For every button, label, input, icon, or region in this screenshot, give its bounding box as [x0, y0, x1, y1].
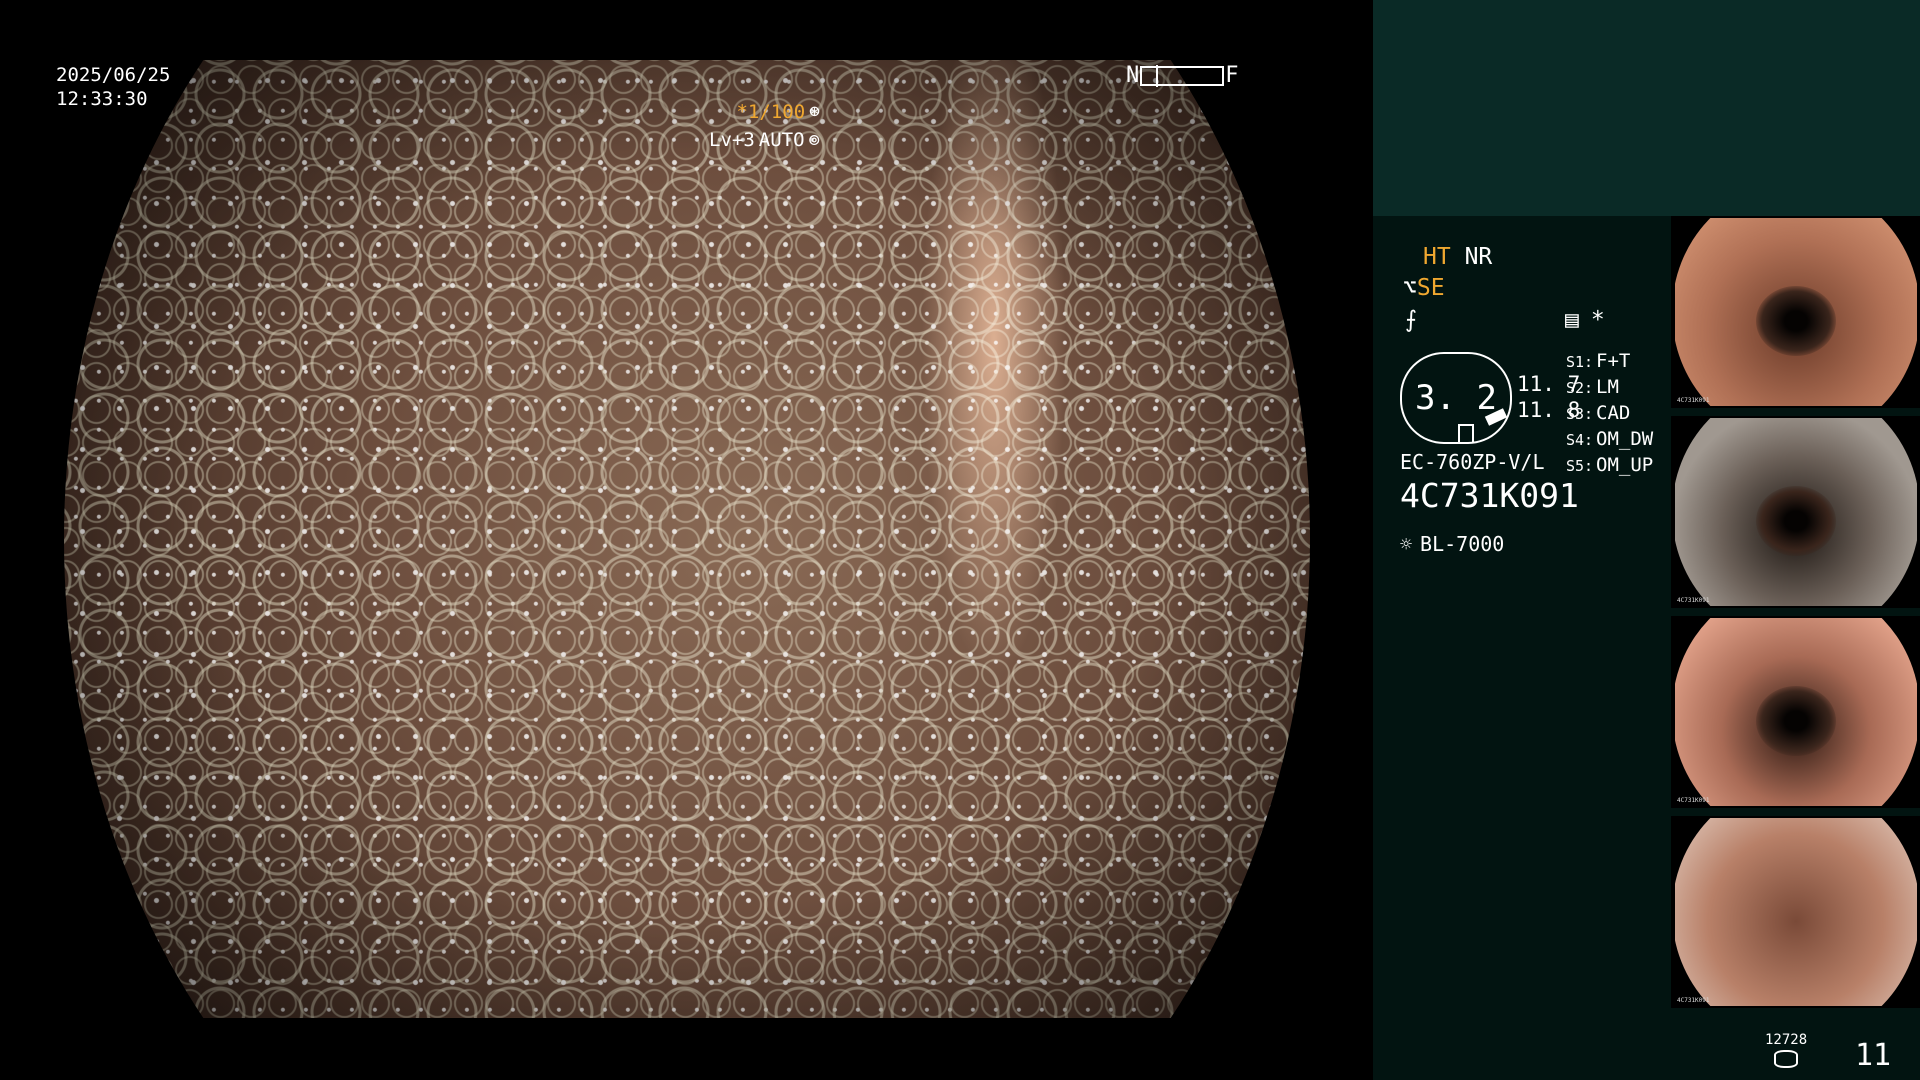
- auto-iris-icon: ⊚: [808, 129, 820, 151]
- near-label: N: [1126, 63, 1140, 88]
- far-label: F: [1225, 63, 1239, 88]
- record-indicators: ▤ *: [1565, 306, 1605, 334]
- structure-enhance-icon: ⌥: [1403, 275, 1417, 301]
- zoom-frame-mark: [1458, 424, 1474, 442]
- preset-value: F+T: [1596, 350, 1631, 372]
- image-counter: 11: [1855, 1038, 1892, 1073]
- storage-icon: [1774, 1050, 1798, 1068]
- thumbnail-image: [1675, 618, 1917, 806]
- datetime: 2025/06/25 12:33:30: [56, 63, 170, 111]
- thumbnail-image: [1675, 818, 1917, 1006]
- light-source-text: BL-7000: [1420, 532, 1505, 556]
- capture-thumbnail[interactable]: 4C731K091: [1671, 816, 1920, 1008]
- endoscopic-image: [64, 60, 1310, 1018]
- focus-position-mark: [1156, 65, 1159, 87]
- nr-label: NR: [1464, 244, 1493, 270]
- preset-key: S3:: [1566, 405, 1594, 423]
- panel-header-area: [1373, 0, 1920, 216]
- se-label: SE: [1416, 275, 1445, 301]
- preset-key: S2:: [1566, 379, 1594, 397]
- preset-row: S5: OM_UP: [1566, 454, 1653, 480]
- preset-row: S2: LM: [1566, 376, 1653, 402]
- preset-value: OM_DW: [1596, 428, 1654, 450]
- scope-serial: 4C731K091: [1400, 476, 1579, 515]
- thumbnail-tag: 4C731K091: [1677, 597, 1710, 604]
- preset-value: CAD: [1596, 402, 1631, 424]
- structure-enhance-line: ⌥SE: [1403, 274, 1445, 302]
- level-text: Lv+3: [709, 129, 755, 151]
- preset-key: S1:: [1566, 353, 1594, 371]
- preset-value: LM: [1596, 376, 1619, 398]
- preset-key: S5:: [1566, 457, 1594, 475]
- record-icon: ▤: [1565, 307, 1579, 333]
- focus-bar: N F: [1126, 64, 1239, 88]
- preset-value: OM_UP: [1596, 454, 1654, 476]
- ht-label: HT: [1423, 244, 1451, 270]
- image-counter-small: 12728: [1765, 1032, 1808, 1048]
- capture-thumbnail[interactable]: 4C731K091: [1671, 216, 1920, 408]
- capture-thumbnail[interactable]: 4C731K091: [1671, 616, 1920, 808]
- lamp-icon: ☼: [1400, 532, 1413, 556]
- thumbnail-tag: 4C731K091: [1677, 797, 1710, 804]
- thumbnail-tag: 4C731K091: [1677, 997, 1710, 1004]
- thumbnail-image: [1675, 418, 1917, 606]
- shutter-indicator: *1/100 ⊛: [737, 100, 820, 124]
- thumbnail-image: [1675, 218, 1917, 406]
- aperture-icon: ⊛: [809, 101, 820, 122]
- time-text: 12:33:30: [56, 88, 148, 110]
- zoom-indicator: 3. 2: [1400, 352, 1512, 444]
- thumbnail-tag: 4C731K091: [1677, 397, 1710, 404]
- light-source-line: ☼ BL-7000: [1400, 530, 1504, 558]
- preset-row: S4: OM_DW: [1566, 428, 1653, 454]
- record-star: *: [1590, 307, 1605, 333]
- preset-list: S1: F+T S2: LM S3: CAD S4: OM_DW S5: OM_UP: [1566, 350, 1653, 480]
- date-text: 2025/06/25: [56, 64, 171, 86]
- mode-text: AUTO: [758, 129, 805, 151]
- preset-row: S3: CAD: [1566, 402, 1653, 428]
- preset-row: S1: F+T: [1566, 350, 1653, 376]
- preset-key: S4:: [1566, 431, 1594, 449]
- capture-thumbnail[interactable]: 4C731K091: [1671, 416, 1920, 608]
- endoscope-live-view: 2025/06/25 12:33:30 N F *1/100 ⊛ Lv+3 AU…: [0, 0, 1372, 1080]
- image-mode-line: HT NR: [1423, 243, 1492, 271]
- focus-track: [1140, 65, 1225, 87]
- brightness-indicator: Lv+3 AUTO ⊚: [709, 128, 820, 152]
- shutter-text: *1/100: [736, 101, 806, 123]
- scope-model: EC-760ZP-V/L: [1400, 450, 1545, 474]
- freeze-icon: ⨍: [1405, 307, 1417, 333]
